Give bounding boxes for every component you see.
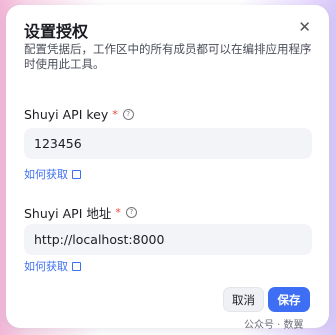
api-key-label: Shuyi API key * ? (24, 107, 134, 122)
api-url-input[interactable]: http://localhost:8000 (24, 224, 312, 255)
required-mark: * (112, 108, 118, 121)
external-link-icon (72, 169, 81, 179)
api-key-label-text: Shuyi API key (24, 107, 109, 122)
external-link-icon (72, 261, 81, 271)
help-icon[interactable]: ? (125, 207, 137, 218)
authorization-dialog: 设置授权 ✕ 配置凭据后，工作区中的所有成员都可以在编排应用程序时使用此工具。 … (6, 5, 329, 328)
save-button[interactable]: 保存 (268, 287, 310, 312)
help-icon[interactable]: ? (122, 109, 134, 120)
close-icon[interactable]: ✕ (298, 19, 311, 35)
dialog-title: 设置授权 (24, 22, 89, 41)
api-key-input[interactable]: 123456 (24, 128, 312, 159)
how-to-get-text[interactable]: 如何获取 (24, 166, 68, 182)
cancel-button[interactable]: 取消 (223, 287, 264, 312)
api-url-label-text: Shuyi API 地址 (24, 206, 112, 221)
dialog-description: 配置凭据后，工作区中的所有成员都可以在编排应用程序时使用此工具。 (24, 42, 312, 71)
api-url-label: Shuyi API 地址 * ? (24, 203, 137, 222)
how-to-get-link-key[interactable]: 如何获取 (24, 166, 81, 182)
how-to-get-text[interactable]: 如何获取 (24, 258, 68, 274)
watermark: 公众号 · 数翼 (244, 320, 304, 331)
required-mark: * (115, 206, 121, 219)
how-to-get-link-url[interactable]: 如何获取 (24, 258, 81, 274)
